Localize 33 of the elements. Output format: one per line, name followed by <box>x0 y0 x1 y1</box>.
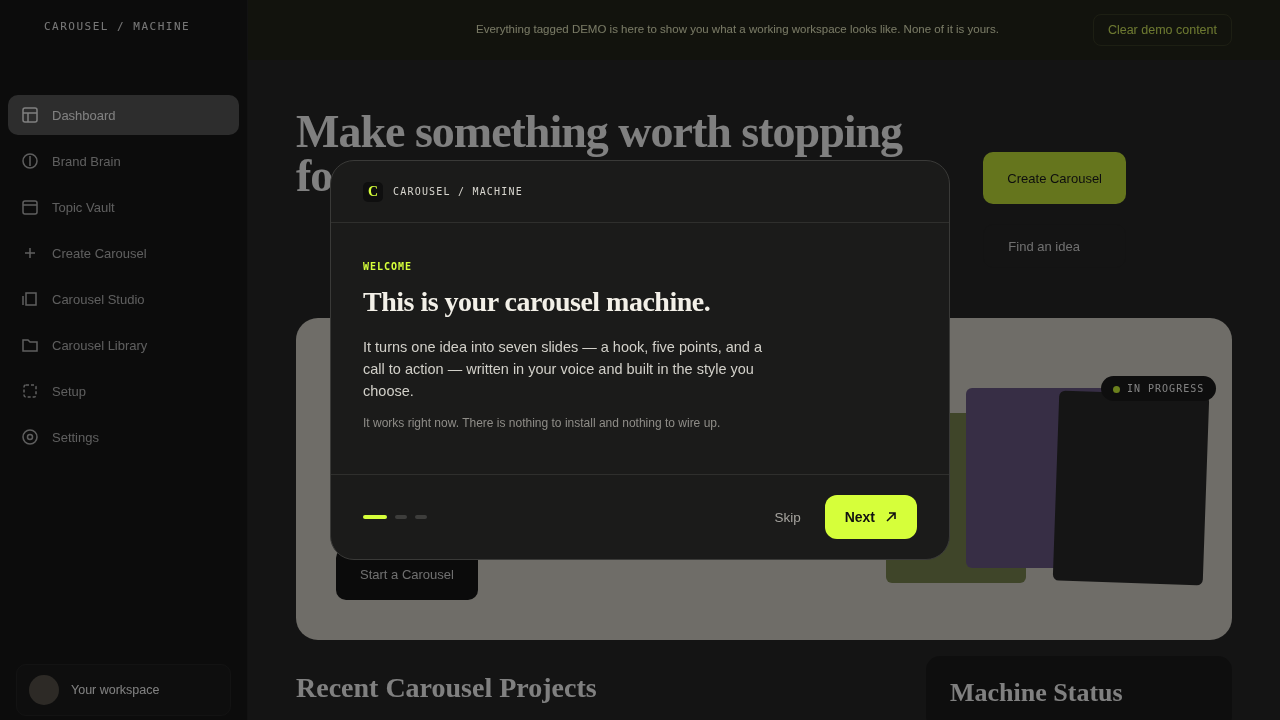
grid-icon <box>20 105 40 125</box>
clear-demo-button[interactable]: Clear demo content <box>1092 14 1232 46</box>
circle-icon <box>20 151 40 171</box>
dialog-note: It works right now. There is nothing to install and nothing to wire up. <box>363 416 722 430</box>
dialog-brand: CAROUSEL / MACHINE <box>393 186 523 197</box>
skip-button[interactable]: Skip <box>766 501 809 533</box>
sidebar-item[interactable]: Carousel Studio <box>8 279 239 319</box>
layers-icon <box>20 289 40 309</box>
page-title-line: fo <box>296 154 333 198</box>
sidebar-item[interactable]: Dashboard <box>8 95 239 135</box>
sidebar-item[interactable]: Create Carousel <box>8 233 239 273</box>
section-title: Recent Carousel Projects <box>296 672 598 704</box>
workspace-switcher[interactable]: Your workspace <box>16 664 231 716</box>
settings-icon <box>20 427 40 447</box>
logo: C <box>363 181 383 202</box>
create-carousel-button[interactable]: Create Carousel <box>983 152 1126 204</box>
status-badge: IN PROGRESS <box>1101 376 1217 401</box>
dialog-description: It turns one idea into seven slides — a hook, five points, and a call to action — written in your voice and built in the style you choose. <box>363 338 763 401</box>
sidebar-item[interactable]: Setup <box>8 371 239 411</box>
card-title: Machine Status <box>950 678 1123 707</box>
dialog-title: This is your carousel machine. <box>363 286 712 318</box>
sidebar-item[interactable]: Brand Brain <box>8 141 239 181</box>
sidebar-item[interactable]: Carousel Library <box>8 325 239 365</box>
eyebrow-label: WELCOME <box>363 261 414 272</box>
sidebar-brand: CAROUSEL / MACHINE <box>43 20 192 33</box>
setup-icon <box>20 381 40 401</box>
sidebar-item[interactable]: Topic Vault <box>8 187 239 227</box>
sidebar-item[interactable]: Settings <box>8 417 239 457</box>
banner-text: Everything tagged DEMO is here to show you what a working workspace looks like. None of it is yours. <box>476 22 1000 38</box>
workspace-name: Your workspace <box>71 683 160 697</box>
arrow-icon <box>885 511 897 523</box>
next-button[interactable]: Next <box>824 495 917 539</box>
avatar <box>29 675 59 705</box>
